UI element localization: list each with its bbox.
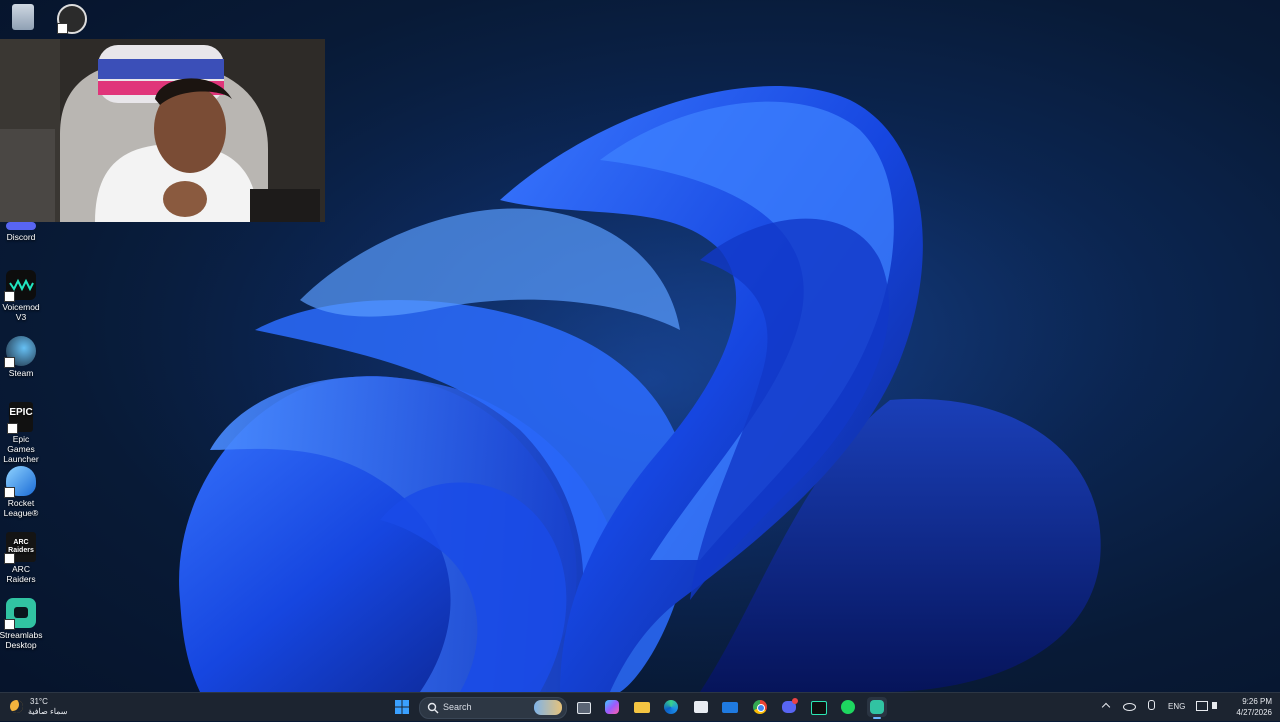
desktop-icon-arc-raiders[interactable]: ARC Raiders ARC Raiders	[0, 532, 44, 584]
task-view-button[interactable]	[573, 697, 593, 717]
desktop-icon-recycle-bin[interactable]	[0, 4, 46, 32]
clock[interactable]: 9:26 PM 4/27/2026	[1230, 696, 1276, 718]
start-button[interactable]	[392, 697, 412, 717]
chrome-button[interactable]	[750, 697, 770, 717]
webcam-overlay	[0, 39, 325, 222]
desktop-icon-epic-games[interactable]: EPIC Epic Games Launcher	[0, 402, 44, 464]
copilot-icon	[605, 700, 619, 714]
file-explorer-button[interactable]	[632, 697, 652, 717]
display-icon	[1196, 701, 1208, 711]
microphone-button[interactable]	[1144, 699, 1158, 713]
discord-icon	[6, 222, 36, 230]
discord-taskbar-button[interactable]	[779, 697, 799, 717]
clock-time: 9:26 PM	[1242, 697, 1272, 706]
streamlabs-icon	[870, 700, 884, 714]
eye-off-icon	[1123, 703, 1136, 711]
mail-icon	[722, 702, 738, 713]
network-button[interactable]	[1122, 699, 1136, 713]
desktop-icon-rocket-league[interactable]: Rocket League®	[0, 466, 44, 518]
desktop-icon-steam[interactable]: Steam	[0, 336, 44, 378]
store-button[interactable]	[691, 697, 711, 717]
rocket-league-icon	[4, 466, 36, 498]
desktop-icon-label: Rocket League®	[3, 498, 39, 518]
desktop-icon-obs[interactable]	[49, 4, 95, 36]
desktop-icon-label: Voicemod V3	[2, 302, 40, 322]
weather-condition: سماء صافية	[28, 707, 68, 716]
desktop-icon-discord[interactable]: Discord	[0, 222, 44, 242]
streamlabs-icon	[4, 598, 36, 630]
search-icon	[427, 702, 439, 714]
epic-logo-text: EPIC	[9, 407, 33, 418]
desktop-icon-voicemod[interactable]: Voicemod V3	[0, 270, 44, 322]
volume-button[interactable]	[1211, 699, 1225, 713]
arc-raiders-icon: ARC Raiders	[4, 532, 36, 564]
arc-logo-text: ARC Raiders	[8, 539, 34, 554]
voicemod-icon	[4, 270, 36, 302]
notification-badge	[792, 698, 798, 704]
recycle-bin-icon	[12, 4, 34, 30]
desktop-icon-label: Steam	[8, 368, 34, 378]
language-indicator[interactable]: ENG	[1168, 702, 1185, 711]
search-label: Search	[443, 702, 472, 712]
display-button[interactable]	[1195, 699, 1209, 713]
desktop-icon-label: Streamlabs Desktop	[0, 630, 43, 650]
store-icon	[694, 701, 708, 713]
webcam-person-image	[0, 39, 325, 222]
spotify-button[interactable]	[838, 697, 858, 717]
streamlabs-taskbar-button[interactable]	[867, 697, 887, 719]
terminal-icon	[811, 701, 827, 715]
spotify-icon	[841, 700, 855, 714]
start-icon	[395, 700, 409, 714]
copilot-button[interactable]	[602, 697, 622, 717]
taskbar-search-box[interactable]: Search	[419, 697, 567, 719]
chevron-up-icon	[1101, 702, 1111, 712]
mail-button[interactable]	[720, 697, 740, 717]
desktop-icon-label: Epic Games Launcher	[3, 434, 39, 464]
clock-date: 4/27/2026	[1236, 708, 1272, 717]
edge-button[interactable]	[661, 697, 681, 717]
desktop-icon-streamlabs[interactable]: Streamlabs Desktop	[0, 598, 44, 650]
epic-games-icon: EPIC	[7, 402, 33, 434]
terminal-button[interactable]	[808, 697, 828, 717]
desktop-icon-label: Discord	[6, 232, 36, 242]
microphone-icon	[1148, 700, 1155, 710]
weather-widget[interactable]: 31°C سماء صافية	[8, 696, 78, 718]
edge-icon	[664, 700, 678, 714]
search-highlight-icon	[534, 700, 562, 715]
active-indicator	[873, 717, 881, 719]
steam-icon	[4, 336, 36, 368]
task-view-icon	[577, 702, 591, 714]
chrome-icon	[753, 700, 767, 714]
desktop-icon-label: ARC Raiders	[6, 564, 36, 584]
obs-icon	[57, 4, 87, 34]
speaker-icon	[1212, 702, 1217, 709]
moon-icon	[10, 700, 23, 713]
file-explorer-icon	[634, 702, 650, 713]
weather-temp: 31°C	[30, 697, 48, 706]
taskbar: 31°C سماء صافية Search ENG 9:26 PM 4/27/…	[0, 692, 1280, 721]
tray-overflow-button[interactable]	[1100, 699, 1114, 713]
